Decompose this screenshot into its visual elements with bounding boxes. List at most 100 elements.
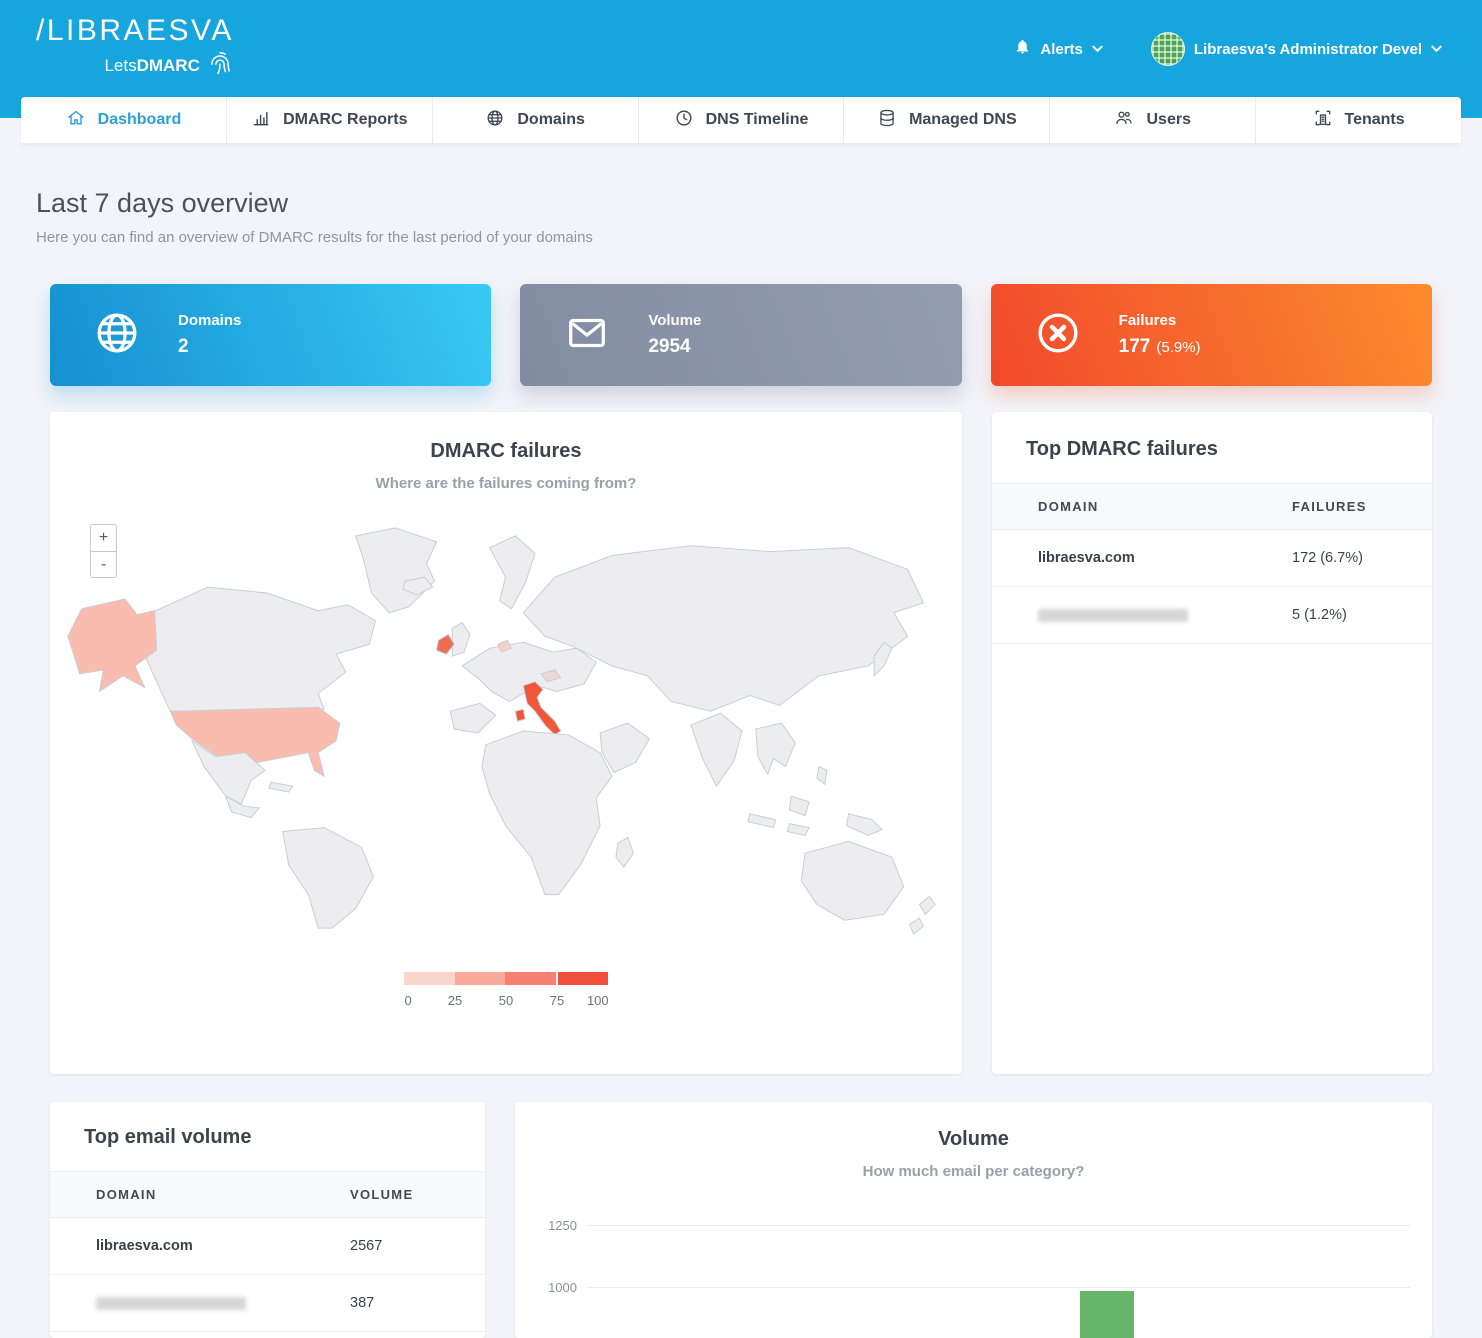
column-header-domain: DOMAIN [992, 484, 1292, 530]
failures-count: 177 [1119, 336, 1151, 357]
volume-chart-subtitle: How much email per category? [515, 1163, 1432, 1180]
user-name: Libraesva's Administrator Devel [1194, 41, 1422, 58]
brand-sub-bold: DMARC [137, 56, 200, 75]
region-canada [139, 587, 376, 711]
world-map[interactable]: + - [50, 514, 962, 946]
stats-row: Domains 2 Volume 2954 Failures [50, 284, 1432, 386]
column-header-volume: VOLUME [350, 1172, 485, 1218]
top-failures-title: Top DMARC failures [992, 438, 1432, 461]
nav-item-tenants[interactable]: Tenants [1256, 97, 1461, 143]
fingerprint-icon [206, 49, 234, 82]
stat-value: 2 [178, 336, 241, 358]
volume-bar[interactable] [1080, 1291, 1134, 1338]
envelope-icon [564, 310, 610, 361]
brand-logo: /LIBRAESVA LetsDMARC [36, 14, 234, 82]
region-indonesia-2 [787, 824, 809, 836]
nav-item-managed-dns[interactable]: Managed DNS [844, 97, 1050, 143]
brand-sub-light: LetsDMARC [104, 56, 199, 76]
nav-label: DMARC Reports [283, 111, 407, 129]
nav-item-dmarc-reports[interactable]: DMARC Reports [227, 97, 433, 143]
chevron-down-icon [1092, 40, 1103, 58]
table-row[interactable]: libraesva.com 2567 [50, 1218, 485, 1275]
map-card-title: DMARC failures [50, 440, 962, 463]
bar-chart-icon [251, 108, 271, 133]
table-row[interactable]: 5 (1.2%) [992, 587, 1432, 644]
zoom-out-button[interactable]: - [91, 551, 116, 577]
nav-item-dashboard[interactable]: Dashboard [21, 97, 227, 143]
page-subtitle: Here you can find an overview of DMARC r… [36, 229, 1432, 246]
stat-value: 177 (5.9%) [1119, 336, 1201, 358]
region-new-zealand-south [910, 918, 924, 934]
gridline [587, 1287, 1410, 1288]
region-uk [452, 623, 470, 657]
legend-segment-1 [404, 972, 455, 985]
region-philippines [817, 766, 827, 784]
nav-item-domains[interactable]: Domains [433, 97, 639, 143]
legend-segment-3 [505, 972, 556, 985]
database-icon [877, 108, 897, 133]
clock-icon [674, 108, 694, 133]
top-email-volume-card: Top email volume DOMAIN VOLUME libraesva… [50, 1102, 485, 1338]
y-axis-tick: 1250 [515, 1218, 577, 1233]
nav-item-users[interactable]: Users [1050, 97, 1256, 143]
globe-icon [485, 108, 505, 133]
user-menu[interactable]: Libraesva's Administrator Devel [1151, 32, 1442, 66]
nav-label: DNS Timeline [706, 111, 809, 129]
zoom-in-button[interactable]: + [91, 525, 116, 551]
table-row[interactable]: 387 [50, 1275, 485, 1332]
region-new-zealand-north [919, 897, 935, 915]
region-madagascar [616, 837, 634, 867]
alerts-menu[interactable]: Alerts [1014, 38, 1103, 60]
map-legend: 0 25 50 75 100 [404, 972, 608, 1009]
map-card-subtitle: Where are the failures coming from? [50, 475, 962, 492]
app-header: /LIBRAESVA LetsDMARC [0, 0, 1482, 118]
top-volume-table: DOMAIN VOLUME libraesva.com 2567 387 [50, 1171, 485, 1332]
brand-name: /LIBRAESVA [36, 14, 234, 47]
region-greenland [356, 528, 437, 613]
legend-tick: 100 [587, 993, 609, 1008]
stat-card-domains[interactable]: Domains 2 [50, 284, 491, 386]
circle-x-icon [1035, 310, 1081, 361]
stat-value: 2954 [648, 336, 701, 358]
region-south-america [283, 828, 374, 929]
region-middle-east [600, 723, 649, 772]
domain-cell [50, 1275, 350, 1332]
region-se-asia [756, 723, 795, 774]
legend-segment-4 [558, 972, 609, 985]
redacted-domain [96, 1297, 246, 1310]
legend-tick: 0 [404, 993, 411, 1008]
choropleth-map [60, 514, 952, 946]
building-icon [1313, 108, 1333, 133]
dmarc-failures-map-card: DMARC failures Where are the failures co… [50, 412, 962, 1074]
nav-item-dns-timeline[interactable]: DNS Timeline [639, 97, 845, 143]
redacted-domain [1038, 609, 1188, 622]
region-sardinia[interactable] [515, 709, 525, 721]
legend-tick: 75 [550, 993, 564, 1008]
column-header-failures: FAILURES [1292, 484, 1432, 530]
gridline [587, 1225, 1410, 1226]
region-alaska-us[interactable] [68, 599, 157, 692]
stat-label: Failures [1119, 312, 1201, 329]
failures-cell: 5 (1.2%) [1292, 587, 1432, 644]
domain-cell: libraesva.com [992, 530, 1292, 587]
volume-chart-title: Volume [515, 1128, 1432, 1151]
volume-cell: 2567 [350, 1218, 485, 1275]
top-failures-table: DOMAIN FAILURES libraesva.com 172 (6.7%)… [992, 483, 1432, 644]
region-ireland[interactable] [437, 634, 455, 654]
top-dmarc-failures-card: Top DMARC failures DOMAIN FAILURES libra… [992, 412, 1432, 1074]
home-icon [66, 108, 86, 133]
chevron-down-icon [1431, 40, 1442, 58]
region-cuba [269, 782, 293, 792]
failures-percent: (5.9%) [1156, 339, 1200, 356]
nav-label: Dashboard [98, 111, 182, 129]
stat-card-volume[interactable]: Volume 2954 [520, 284, 961, 386]
map-zoom-controls: + - [90, 524, 117, 578]
avatar [1151, 32, 1185, 66]
legend-tick: 50 [499, 993, 513, 1008]
column-header-domain: DOMAIN [50, 1172, 350, 1218]
users-icon [1114, 108, 1134, 133]
stat-card-failures[interactable]: Failures 177 (5.9%) [991, 284, 1432, 386]
region-asia [523, 546, 923, 712]
table-row[interactable]: libraesva.com 172 (6.7%) [992, 530, 1432, 587]
domain-cell: libraesva.com [50, 1218, 350, 1275]
